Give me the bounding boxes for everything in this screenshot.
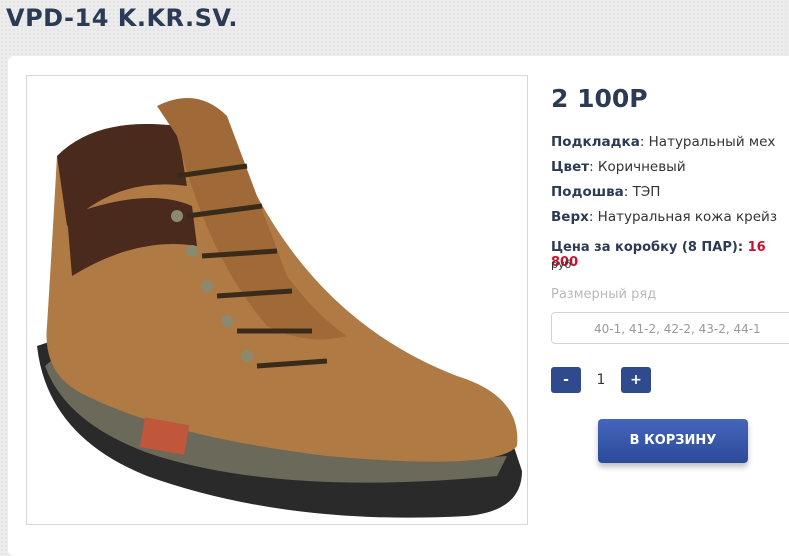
add-to-cart-button[interactable]: В КОРЗИНУ (598, 419, 748, 463)
quantity-decrease-button[interactable]: - (551, 367, 581, 393)
spec-lining: Подкладка: Натуральный мех (551, 134, 775, 150)
spec-sole: Подошва: ТЭП (551, 184, 660, 200)
quantity-value[interactable]: 1 (581, 367, 621, 393)
spec-label: Цвет (551, 159, 590, 175)
product-price: 2 100Р (551, 84, 648, 113)
size-label: Размерный ряд (551, 287, 657, 302)
spec-label: Подошва (551, 184, 624, 200)
spec-label: Верх (551, 209, 589, 225)
spec-value: : Натуральный мех (639, 134, 776, 150)
spec-color: Цвет: Коричневый (551, 159, 686, 175)
spec-label: Подкладка (551, 134, 640, 150)
box-price: Цена за коробку (8 ПАР): 16 800 (551, 240, 789, 270)
size-select[interactable]: 40-1, 41-2, 42-2, 43-2, 44-1 (551, 312, 789, 344)
page-title: VPD-14 K.KR.SV. (6, 4, 238, 32)
boot-photo-icon (37, 98, 522, 518)
quantity-increase-button[interactable]: + (621, 367, 651, 393)
box-price-unit: руб (551, 258, 572, 271)
spec-value: : Коричневый (589, 159, 686, 175)
spec-upper: Верх: Натуральная кожа крейз (551, 209, 777, 225)
spec-value: : Натуральная кожа крейз (588, 209, 778, 225)
product-image[interactable] (26, 75, 528, 525)
spec-value: : ТЭП (623, 184, 661, 200)
box-price-label: Цена за коробку (8 ПАР): (551, 240, 748, 255)
